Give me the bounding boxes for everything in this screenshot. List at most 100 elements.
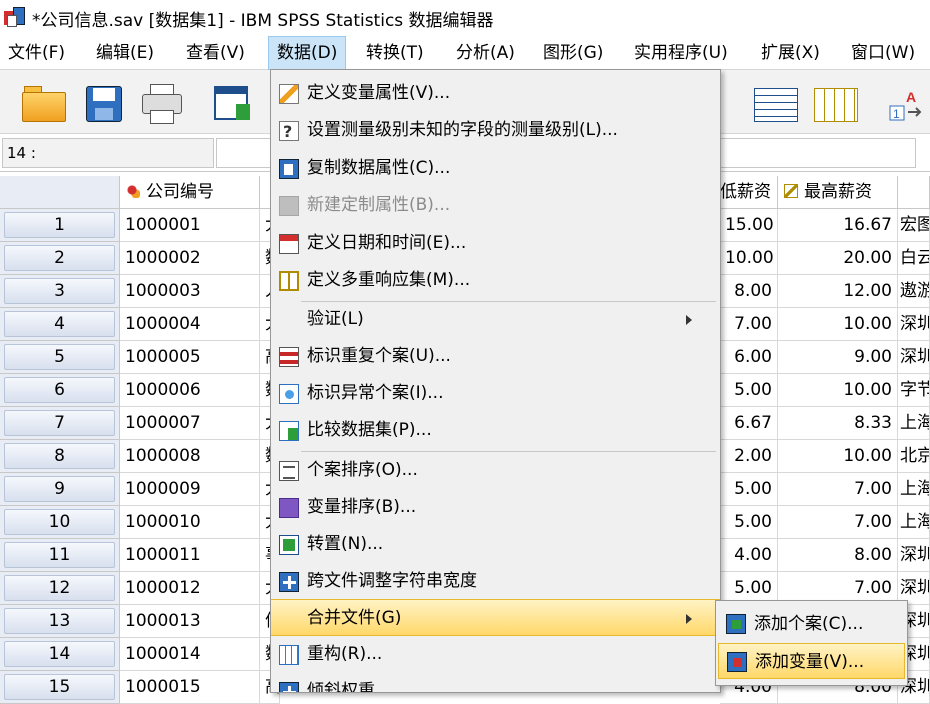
column-header-company-id[interactable]: 公司编号 <box>120 176 260 209</box>
cell-company-id[interactable]: 1000010 <box>120 506 260 539</box>
row-number[interactable]: 8 <box>0 440 120 473</box>
menu-item-copy-data-properties[interactable]: 复制数据属性(C)... <box>271 150 720 187</box>
cell-company-id[interactable]: 1000006 <box>120 374 260 407</box>
cell-location[interactable]: 宏图 <box>898 209 930 242</box>
cell-location[interactable]: 上海 <box>898 473 930 506</box>
cell-location[interactable]: 深圳 <box>898 308 930 341</box>
menu-edit[interactable]: 编辑(E) <box>88 36 162 70</box>
cell-location[interactable]: 上海 <box>898 506 930 539</box>
cell-max-salary[interactable]: 10.00 <box>778 440 898 473</box>
cell-max-salary[interactable]: 7.00 <box>778 473 898 506</box>
cell-min-salary[interactable]: 6.00 <box>720 341 778 374</box>
menu-view[interactable]: 查看(V) <box>178 36 253 70</box>
data-grid-icon[interactable] <box>750 78 802 128</box>
row-number[interactable]: 3 <box>0 275 120 308</box>
menu-item-validation[interactable]: 验证(L) <box>271 301 720 338</box>
column-header-next[interactable] <box>898 176 930 209</box>
cell-location[interactable]: 遨游 <box>898 275 930 308</box>
cell-company-id[interactable]: 1000012 <box>120 572 260 605</box>
cell-max-salary[interactable]: 20.00 <box>778 242 898 275</box>
menu-item-compare-datasets[interactable]: 比较数据集(P)... <box>271 412 720 449</box>
cell-company-id[interactable]: 1000003 <box>120 275 260 308</box>
menu-item-set-measurement-level[interactable]: 设置测量级别未知的字段的测量级别(L)... <box>271 112 720 150</box>
cell-company-id[interactable]: 1000009 <box>120 473 260 506</box>
cell-company-id[interactable]: 1000004 <box>120 308 260 341</box>
row-number[interactable]: 14 <box>0 638 120 671</box>
variable-grid-icon[interactable] <box>810 78 862 128</box>
cell-company-id[interactable]: 1000005 <box>120 341 260 374</box>
cell-company-id[interactable]: 1000002 <box>120 242 260 275</box>
cell-max-salary[interactable]: 16.67 <box>778 209 898 242</box>
cell-min-salary[interactable]: 15.00 <box>720 209 778 242</box>
row-number[interactable]: 11 <box>0 539 120 572</box>
menu-extensions[interactable]: 扩展(X) <box>753 36 828 70</box>
menu-window[interactable]: 窗口(W) <box>843 36 923 70</box>
column-header-max-salary[interactable]: 最高薪资 <box>778 176 898 209</box>
menu-item-define-dates[interactable]: 定义日期和时间(E)... <box>271 225 720 262</box>
column-header-min-salary[interactable]: 低薪资 <box>720 176 778 209</box>
cell-location[interactable]: 上海 <box>898 407 930 440</box>
value-labels-icon[interactable]: A1 <box>880 78 930 128</box>
print-icon[interactable] <box>136 78 188 128</box>
cell-max-salary[interactable]: 10.00 <box>778 308 898 341</box>
open-folder-icon[interactable] <box>18 78 70 128</box>
cell-location[interactable]: 字节 <box>898 374 930 407</box>
menu-transform[interactable]: 转换(T) <box>358 36 432 70</box>
cell-company-id[interactable]: 1000007 <box>120 407 260 440</box>
recall-dialog-icon[interactable] <box>208 78 260 128</box>
menu-data[interactable]: 数据(D) <box>268 36 347 70</box>
cell-max-salary[interactable]: 9.00 <box>778 341 898 374</box>
menu-item-define-variable-properties[interactable]: 定义变量属性(V)... <box>271 75 720 112</box>
row-number[interactable]: 2 <box>0 242 120 275</box>
cell-company-id[interactable]: 1000001 <box>120 209 260 242</box>
cell-max-salary[interactable]: 8.00 <box>778 539 898 572</box>
menu-item-sort-variables[interactable]: 变量排序(B)... <box>271 489 720 526</box>
menu-item-adjust-string-widths[interactable]: 跨文件调整字符串宽度 <box>271 563 720 600</box>
cell-max-salary[interactable]: 12.00 <box>778 275 898 308</box>
cell-min-salary[interactable]: 4.00 <box>720 539 778 572</box>
cell-company-id[interactable]: 1000011 <box>120 539 260 572</box>
menu-item-add-variables[interactable]: 添加变量(V)... <box>718 643 905 679</box>
row-number[interactable]: 13 <box>0 605 120 638</box>
cell-company-id[interactable]: 1000013 <box>120 605 260 638</box>
menu-item-restructure[interactable]: 重构(R)... <box>271 636 720 673</box>
row-number[interactable]: 5 <box>0 341 120 374</box>
row-number[interactable]: 7 <box>0 407 120 440</box>
cell-location[interactable]: 深圳 <box>898 539 930 572</box>
row-number[interactable]: 12 <box>0 572 120 605</box>
cell-company-id[interactable]: 1000014 <box>120 638 260 671</box>
menu-item-transpose[interactable]: 转置(N)... <box>271 526 720 563</box>
row-number[interactable]: 10 <box>0 506 120 539</box>
cell-min-salary[interactable]: 10.00 <box>720 242 778 275</box>
menu-analyze[interactable]: 分析(A) <box>448 36 523 70</box>
cell-company-id[interactable]: 1000015 <box>120 671 260 704</box>
row-number[interactable]: 9 <box>0 473 120 506</box>
menu-item-define-multiple-response[interactable]: 定义多重响应集(M)... <box>271 262 720 299</box>
cell-min-salary[interactable]: 6.67 <box>720 407 778 440</box>
row-number[interactable]: 4 <box>0 308 120 341</box>
cell-min-salary[interactable]: 2.00 <box>720 440 778 473</box>
cell-min-salary[interactable]: 5.00 <box>720 473 778 506</box>
row-number[interactable]: 15 <box>0 671 120 704</box>
cell-min-salary[interactable]: 8.00 <box>720 275 778 308</box>
menu-item-add-cases[interactable]: 添加个案(C)... <box>718 606 905 642</box>
cell-location[interactable]: 深圳 <box>898 341 930 374</box>
menu-item-rake-weights[interactable]: 倾斜权重 <box>271 673 720 692</box>
cell-min-salary[interactable]: 5.00 <box>720 506 778 539</box>
cell-max-salary[interactable]: 10.00 <box>778 374 898 407</box>
menu-item-identify-unusual-cases[interactable]: 标识异常个案(I)... <box>271 375 720 412</box>
cell-min-salary[interactable]: 7.00 <box>720 308 778 341</box>
menu-utilities[interactable]: 实用程序(U) <box>626 36 736 70</box>
menu-file[interactable]: 文件(F) <box>0 36 73 70</box>
cell-company-id[interactable]: 1000008 <box>120 440 260 473</box>
row-number[interactable]: 1 <box>0 209 120 242</box>
menu-item-merge-files[interactable]: 合并文件(G) <box>271 599 720 636</box>
cell-max-salary[interactable]: 8.33 <box>778 407 898 440</box>
cell-location[interactable]: 白云 <box>898 242 930 275</box>
cell-max-salary[interactable]: 7.00 <box>778 506 898 539</box>
row-number[interactable]: 6 <box>0 374 120 407</box>
menu-item-sort-cases[interactable]: 个案排序(O)... <box>271 452 720 489</box>
menu-item-identify-duplicate-cases[interactable]: 标识重复个案(U)... <box>271 338 720 375</box>
cell-min-salary[interactable]: 5.00 <box>720 374 778 407</box>
save-icon[interactable] <box>78 78 130 128</box>
